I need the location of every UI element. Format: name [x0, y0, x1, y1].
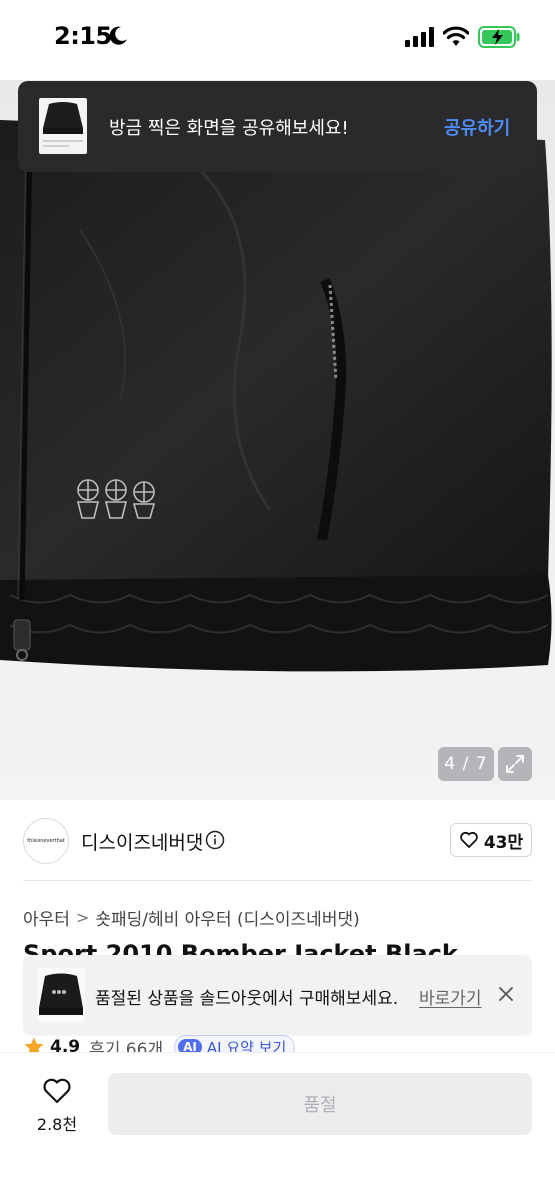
share-message: 방금 찍은 화면을 공유해보세요!: [109, 118, 349, 139]
soldout-buy-button[interactable]: 품절: [108, 1073, 532, 1135]
bottom-action-bar: 2.8천 품절: [0, 1052, 555, 1200]
expand-image-button[interactable]: [498, 747, 532, 781]
share-thumbnail: [39, 98, 87, 154]
wishlist-count: 2.8천: [36, 1115, 78, 1134]
heart-outline-icon: [43, 1078, 71, 1104]
product-image[interactable]: [0, 80, 555, 800]
brand-like-button[interactable]: 43만: [450, 823, 532, 857]
divider: [23, 880, 532, 881]
brand-name[interactable]: 디스이즈네버댓: [81, 828, 203, 855]
battery-charging-icon: [478, 26, 520, 48]
image-counter: 4 / 7: [438, 747, 494, 781]
breadcrumb: 아우터 > 숏패딩/헤비 아우터 (디스이즈네버댓): [23, 905, 360, 930]
moon-icon: [109, 26, 127, 45]
share-button[interactable]: 공유하기: [444, 114, 510, 140]
cellular-signal-icon: [405, 27, 434, 47]
heart-outline-icon: [460, 831, 478, 848]
status-bar: 2:15: [0, 0, 555, 80]
soldout-toast: 품절된 상품을 솔드아웃에서 구매해보세요. 바로가기: [23, 955, 532, 1035]
breadcrumb-item-padding[interactable]: 숏패딩/헤비 아우터 (디스이즈네버댓): [95, 905, 359, 930]
expand-icon: [506, 755, 524, 773]
status-time: 2:15: [54, 22, 112, 50]
wishlist-button[interactable]: 2.8천: [22, 1075, 92, 1137]
soldout-thumbnail: [37, 968, 85, 1022]
breadcrumb-separator: >: [75, 908, 90, 927]
soldout-go-link[interactable]: 바로가기: [419, 984, 482, 1009]
brand-logo[interactable]: thisisneverthat: [23, 818, 69, 864]
breadcrumb-item-outer[interactable]: 아우터: [23, 905, 70, 930]
soldout-message: 품절된 상품을 솔드아웃에서 구매해보세요.: [95, 989, 399, 1009]
close-icon[interactable]: [497, 985, 515, 1003]
wifi-icon: [443, 26, 469, 46]
share-toast: 방금 찍은 화면을 공유해보세요! 공유하기: [18, 81, 537, 172]
jacket-photo: [0, 120, 552, 672]
brand-like-count: 43만: [483, 832, 524, 853]
info-icon[interactable]: [205, 830, 225, 850]
brand-row: thisisneverthat 디스이즈네버댓 43만: [0, 800, 555, 880]
brand-logo-text: thisisneverthat: [27, 838, 65, 844]
